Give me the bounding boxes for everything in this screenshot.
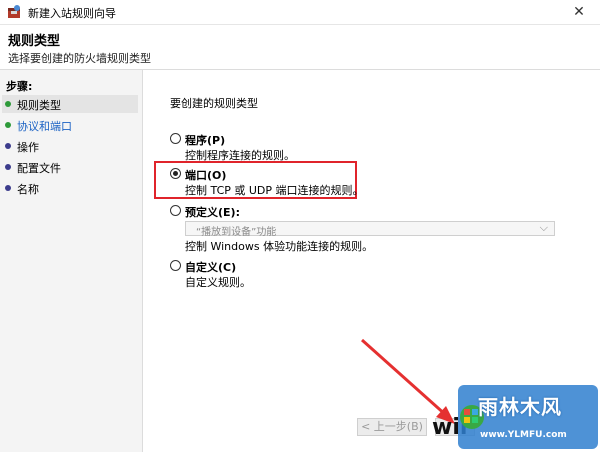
radio-program[interactable] <box>170 133 181 144</box>
step-label: 配置文件 <box>17 162 61 175</box>
page-header: 规则类型 选择要创建的防火墙规则类型 <box>0 25 600 70</box>
step-profile[interactable]: 配置文件 <box>2 158 138 176</box>
option-desc: 自定义规则。 <box>185 276 251 289</box>
step-label: 协议和端口 <box>17 120 72 133</box>
option-label: 自定义(C) <box>185 261 237 274</box>
radio-predefined[interactable] <box>170 205 181 216</box>
option-label: 端口(O) <box>185 169 227 182</box>
back-button[interactable]: < 上一步(B) <box>357 418 427 436</box>
firewall-app-icon <box>8 5 20 18</box>
step-protocol-ports[interactable]: 协议和端口 <box>2 116 138 134</box>
option-label: 程序(P) <box>185 134 226 147</box>
window-title: 新建入站规则向导 <box>28 7 116 20</box>
step-dot-icon <box>5 122 11 128</box>
step-label: 操作 <box>17 141 39 154</box>
title-bar: 新建入站规则向导 ✕ <box>0 0 600 25</box>
radio-port[interactable] <box>170 168 181 179</box>
close-button[interactable]: ✕ <box>564 0 594 24</box>
step-action[interactable]: 操作 <box>2 137 138 155</box>
step-dot-icon <box>5 143 11 149</box>
steps-title: 步骤: <box>6 80 33 93</box>
chevron-down-icon: ⌵ <box>539 221 548 234</box>
step-label: 名称 <box>17 183 39 196</box>
option-desc: 控制 Windows 体验功能连接的规则。 <box>185 240 374 253</box>
rule-type-question: 要创建的规则类型 <box>170 97 258 110</box>
radio-custom[interactable] <box>170 260 181 271</box>
page-subtitle: 选择要创建的防火墙规则类型 <box>8 52 151 65</box>
step-dot-icon <box>5 185 11 191</box>
step-dot-icon <box>5 164 11 170</box>
site-watermark: 雨林木风 www.YLMFU.com <box>458 385 598 449</box>
step-dot-icon <box>5 101 11 107</box>
option-label: 预定义(E): <box>185 206 240 219</box>
option-desc: 控制 TCP 或 UDP 端口连接的规则。 <box>185 184 364 197</box>
step-rule-type[interactable]: 规则类型 <box>2 95 138 113</box>
steps-pane: 步骤: 规则类型 协议和端口 操作 配置文件 名称 <box>0 70 143 452</box>
watermark-main-text: 雨林木风 <box>478 395 562 419</box>
step-label: 规则类型 <box>17 99 61 112</box>
step-name[interactable]: 名称 <box>2 179 138 197</box>
page-title: 规则类型 <box>8 34 61 49</box>
predefined-select[interactable]: “播放到设备”功能 ⌵ <box>185 221 555 238</box>
watermark-url: www.YLMFU.com <box>480 430 567 440</box>
predefined-select-value: “播放到设备”功能 <box>196 227 277 238</box>
